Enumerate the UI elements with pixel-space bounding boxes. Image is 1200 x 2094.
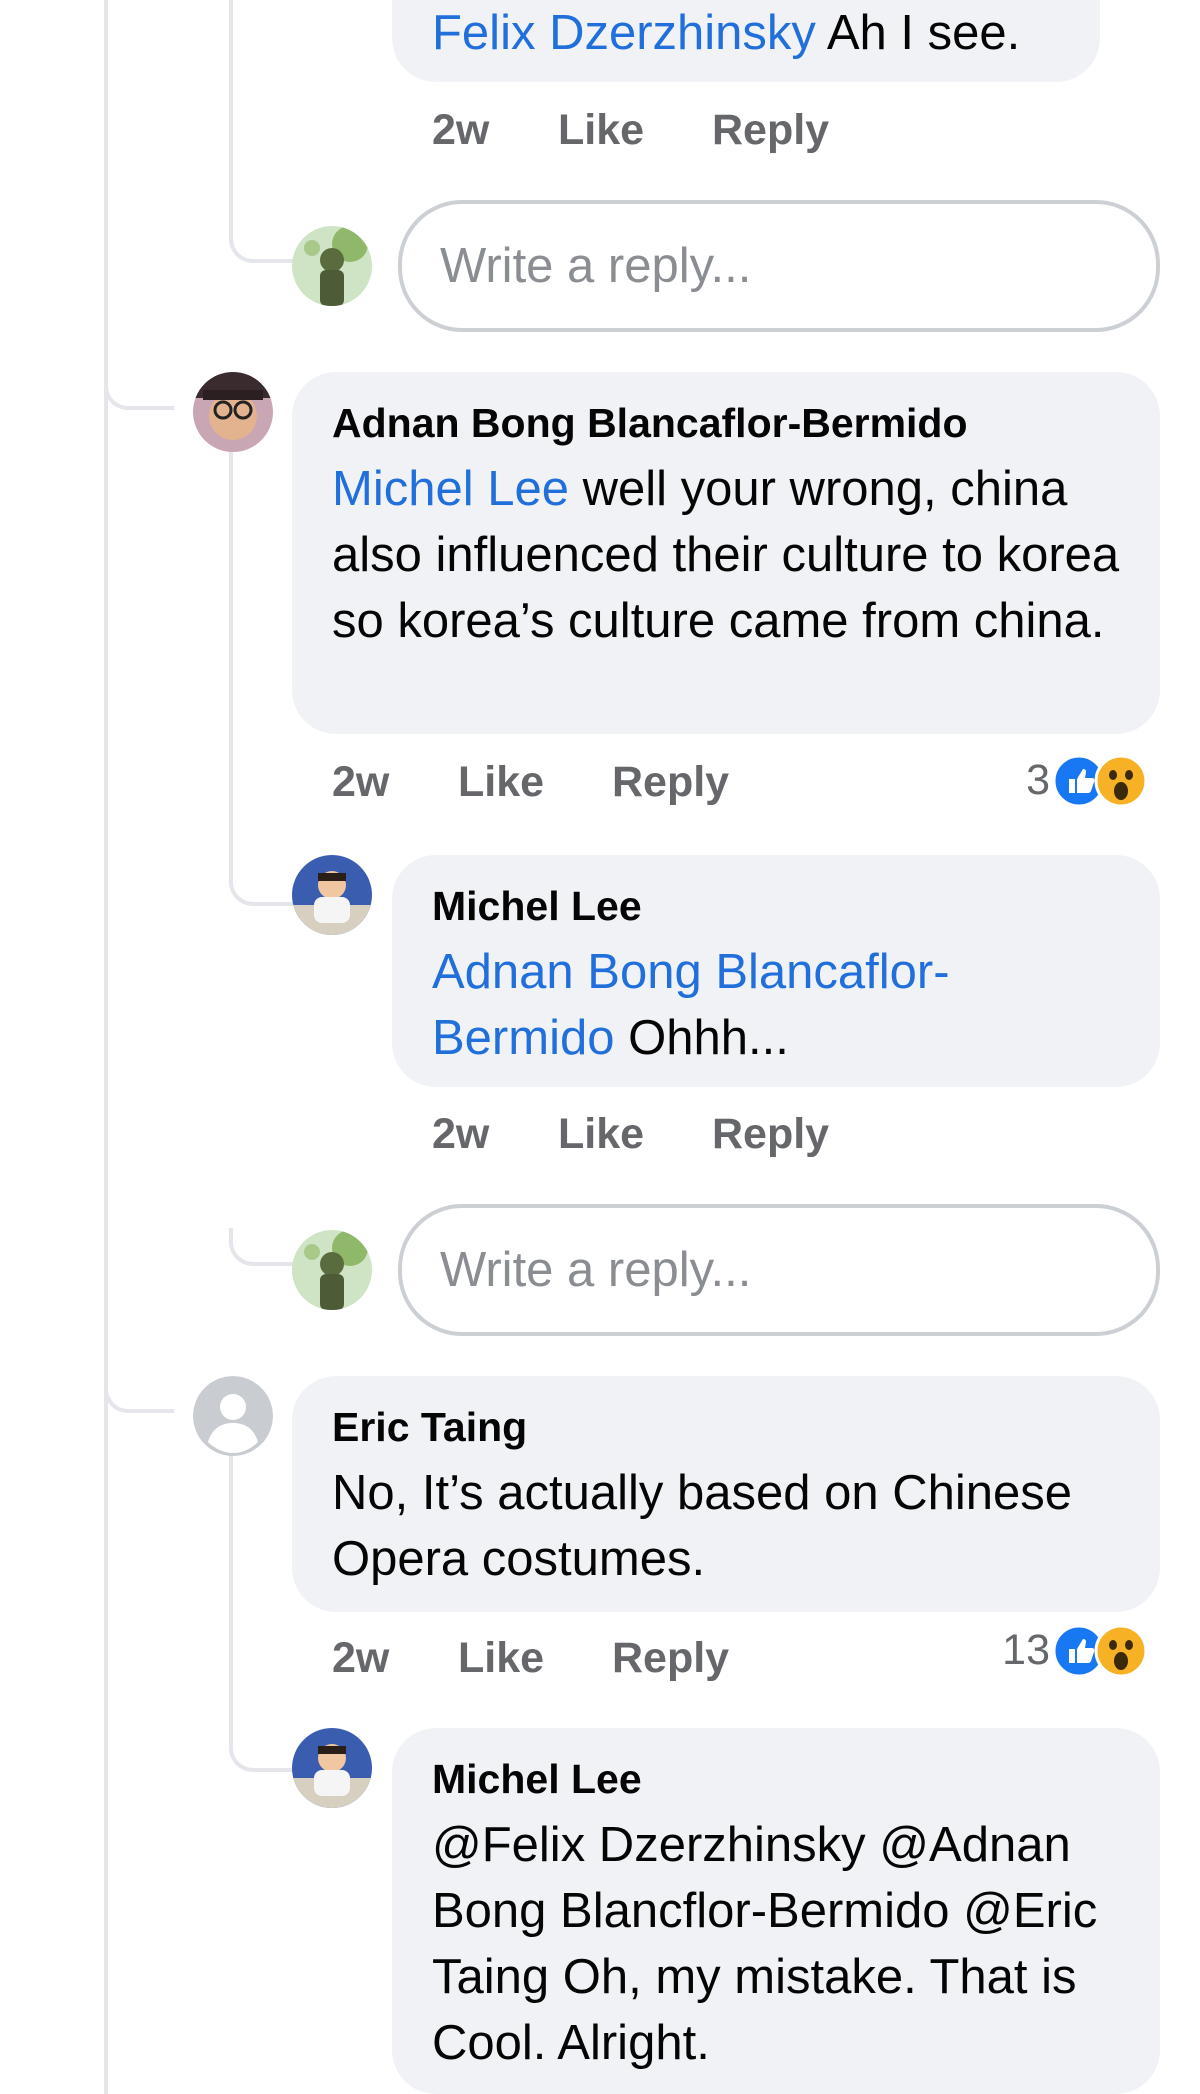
reply-bubble: Michel Lee @Felix Dzerzhinsky @Adnan Bon… (392, 1728, 1160, 2094)
timestamp: 2w (332, 1634, 390, 1682)
reaction-count: 13 (1002, 1626, 1050, 1674)
comment-author[interactable]: Adnan Bong Blancaflor-Bermido (332, 398, 1132, 448)
reply-thread-line (229, 452, 233, 872)
mention-link[interactable]: Felix Dzerzhinsky (432, 6, 816, 60)
reply-button[interactable]: Reply (612, 752, 729, 812)
wow-icon (1094, 1624, 1148, 1678)
reply-input[interactable]: Write a reply... (398, 1204, 1160, 1336)
timestamp: 2w (332, 758, 390, 806)
reply-connector (229, 1734, 293, 1772)
reply-bubble: Michel Lee Adnan Bong Blancaflor-Bermido… (392, 855, 1160, 1087)
like-button[interactable]: Like (558, 1104, 644, 1164)
reply-input-placeholder: Write a reply... (440, 239, 752, 293)
reply-input[interactable]: Write a reply... (398, 200, 1160, 332)
reactions[interactable]: 13 (990, 1620, 1160, 1680)
reply-thread-line (229, 0, 233, 230)
avatar (193, 1376, 273, 1456)
reply-author[interactable]: Michel Lee (432, 881, 1132, 931)
reactions[interactable]: 3 (990, 750, 1160, 810)
comment-meta: 2w Like Reply (332, 1628, 832, 1688)
reply-meta: 2w Like Reply (432, 100, 932, 160)
reply-bubble: Felix Dzerzhinsky Ah I see. (392, 0, 1100, 82)
avatar (292, 1230, 372, 1310)
reply-meta: 2w Like Reply (432, 1104, 932, 1164)
reply-text: @Felix Dzerzhinsky @Adnan Bong Blancflor… (432, 1818, 1098, 2070)
reply-button[interactable]: Reply (712, 1104, 829, 1164)
reply-text: Ohhh... (628, 1011, 789, 1065)
reply-connector (229, 1228, 293, 1266)
reply-button[interactable]: Reply (712, 100, 829, 160)
comment-meta: 2w Like Reply (332, 752, 832, 812)
wow-icon (1094, 754, 1148, 808)
reply-author[interactable]: Michel Lee (432, 1754, 1132, 1804)
reply-input-placeholder: Write a reply... (440, 1243, 752, 1297)
avatar (292, 855, 372, 935)
thread-connector (104, 1373, 174, 1413)
reply-button[interactable]: Reply (612, 1628, 729, 1688)
reaction-count: 3 (1026, 756, 1050, 804)
comment-author[interactable]: Eric Taing (332, 1402, 1132, 1452)
like-button[interactable]: Like (458, 752, 544, 812)
thread-connector (104, 370, 174, 410)
thread-line-main (104, 0, 108, 2094)
reply-thread-line (229, 1455, 233, 1738)
reply-connector (229, 225, 293, 263)
timestamp: 2w (432, 106, 490, 154)
timestamp: 2w (432, 1110, 490, 1158)
mention-link[interactable]: Michel Lee (332, 462, 569, 516)
comment-bubble: Eric Taing No, It’s actually based on Ch… (292, 1376, 1160, 1612)
avatar (193, 372, 273, 452)
like-button[interactable]: Like (458, 1628, 544, 1688)
comment-bubble: Adnan Bong Blancaflor-Bermido Michel Lee… (292, 372, 1160, 734)
avatar (292, 226, 372, 306)
reply-connector (229, 868, 293, 906)
comment-text: No, It’s actually based on Chinese Opera… (332, 1466, 1072, 1586)
reply-text: Ah I see. (826, 6, 1021, 60)
avatar (292, 1728, 372, 1808)
like-button[interactable]: Like (558, 100, 644, 160)
